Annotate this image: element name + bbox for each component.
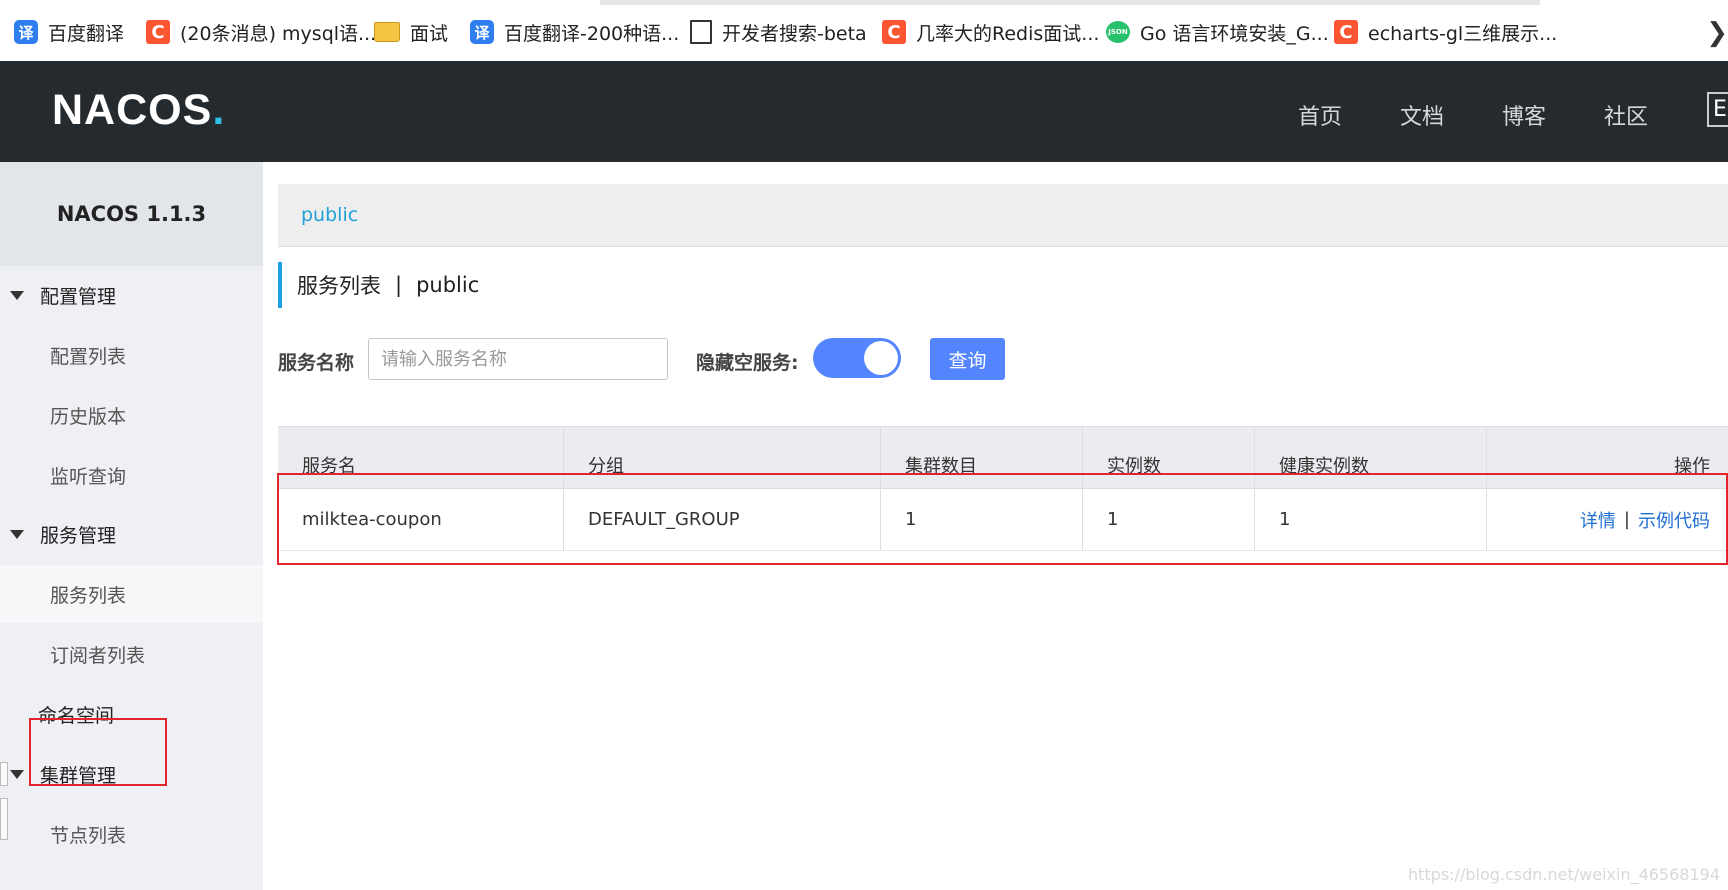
side-handle[interactable] <box>0 762 8 842</box>
hide-empty-toggle[interactable] <box>813 338 901 378</box>
language-switch-button[interactable]: En <box>1707 92 1728 127</box>
bookmark-label: Go 语言环境安装_G... <box>1140 22 1329 45</box>
sidebar-group-config[interactable]: 配置管理 <box>0 266 263 324</box>
bookmark-label: 开发者搜索-beta <box>722 22 867 45</box>
namespace-link-public[interactable]: public <box>301 204 358 226</box>
json-icon: JSON <box>1106 21 1130 43</box>
bookmark-dev-search[interactable]: 开发者搜索-beta <box>690 18 867 46</box>
bookmark-label: 百度翻译 <box>48 22 125 45</box>
caret-down-icon <box>10 769 24 779</box>
bookmark-go-install[interactable]: JSON Go 语言环境安装_G... <box>1106 18 1329 46</box>
annotation-highlight-box <box>277 473 1728 565</box>
nav-blog[interactable]: 博客 <box>1502 99 1546 131</box>
bookmark-label: 几率大的Redis面试... <box>916 22 1100 45</box>
folder-icon <box>374 22 400 42</box>
csdn-icon: C <box>1334 20 1358 44</box>
bookmark-label: 面试 <box>410 22 449 45</box>
bookmark-mysql[interactable]: C (20条消息) mysql语... <box>146 18 376 46</box>
sidebar-group-service[interactable]: 服务管理 <box>0 505 263 563</box>
bookmarks-bar: 译 百度翻译 C (20条消息) mysql语... 面试 译 百度翻译-200… <box>0 0 1728 62</box>
toggle-knob <box>864 341 898 375</box>
sidebar-item-node-list[interactable]: 节点列表 <box>0 805 263 863</box>
sidebar-item-subscriber-list[interactable]: 订阅者列表 <box>0 625 263 683</box>
translate-icon: 译 <box>470 20 494 44</box>
translate-icon: 译 <box>14 20 38 44</box>
sidebar-item-history[interactable]: 历史版本 <box>0 386 263 444</box>
page-icon <box>690 20 712 44</box>
annotation-highlight-box <box>29 718 167 786</box>
sidebar: NACOS 1.1.3 配置管理 配置列表 历史版本 监听查询 服务管理 服务列… <box>0 162 263 890</box>
query-button[interactable]: 查询 <box>930 338 1005 380</box>
nav-home[interactable]: 首页 <box>1298 99 1342 131</box>
bookmark-baidu-translate-200[interactable]: 译 百度翻译-200种语... <box>470 18 679 46</box>
bookmark-echarts-gl[interactable]: C echarts-gl三维展示... <box>1334 18 1557 46</box>
nacos-logo[interactable]: NACOS. <box>52 86 225 135</box>
more-bookmarks-icon[interactable]: ❯ <box>1706 18 1728 48</box>
sidebar-item-listener-query[interactable]: 监听查询 <box>0 446 263 504</box>
search-form: 服务名称 隐藏空服务: 查询 <box>278 338 1728 380</box>
sidebar-item-config-list[interactable]: 配置列表 <box>0 326 263 384</box>
top-header: NACOS. 首页 文档 博客 社区 En <box>0 61 1728 162</box>
bookmark-interview-folder[interactable]: 面试 <box>374 18 448 46</box>
bookmark-baidu-translate[interactable]: 译 百度翻译 <box>14 18 124 46</box>
watermark: https://blog.csdn.net/weixin_46568194 <box>1407 865 1720 884</box>
service-name-label: 服务名称 <box>278 352 355 374</box>
caret-down-icon <box>10 529 24 539</box>
page-title: 服务列表 | public <box>278 262 479 308</box>
csdn-icon: C <box>146 20 170 44</box>
hide-empty-label: 隐藏空服务: <box>696 352 799 374</box>
tab-strip-edge <box>600 0 1540 5</box>
bookmark-label: echarts-gl三维展示... <box>1368 22 1558 45</box>
sidebar-item-service-list[interactable]: 服务列表 <box>0 565 263 623</box>
nav-docs[interactable]: 文档 <box>1400 99 1444 131</box>
bookmark-redis[interactable]: C 几率大的Redis面试... <box>882 18 1099 46</box>
sidebar-version-title: NACOS 1.1.3 <box>0 162 263 266</box>
bookmark-label: 百度翻译-200种语... <box>504 22 680 45</box>
caret-down-icon <box>10 290 24 300</box>
bookmark-label: (20条消息) mysql语... <box>180 22 377 45</box>
csdn-icon: C <box>882 20 906 44</box>
service-name-input[interactable] <box>368 338 668 380</box>
nav-community[interactable]: 社区 <box>1604 99 1648 131</box>
namespace-bar: public <box>278 184 1728 247</box>
